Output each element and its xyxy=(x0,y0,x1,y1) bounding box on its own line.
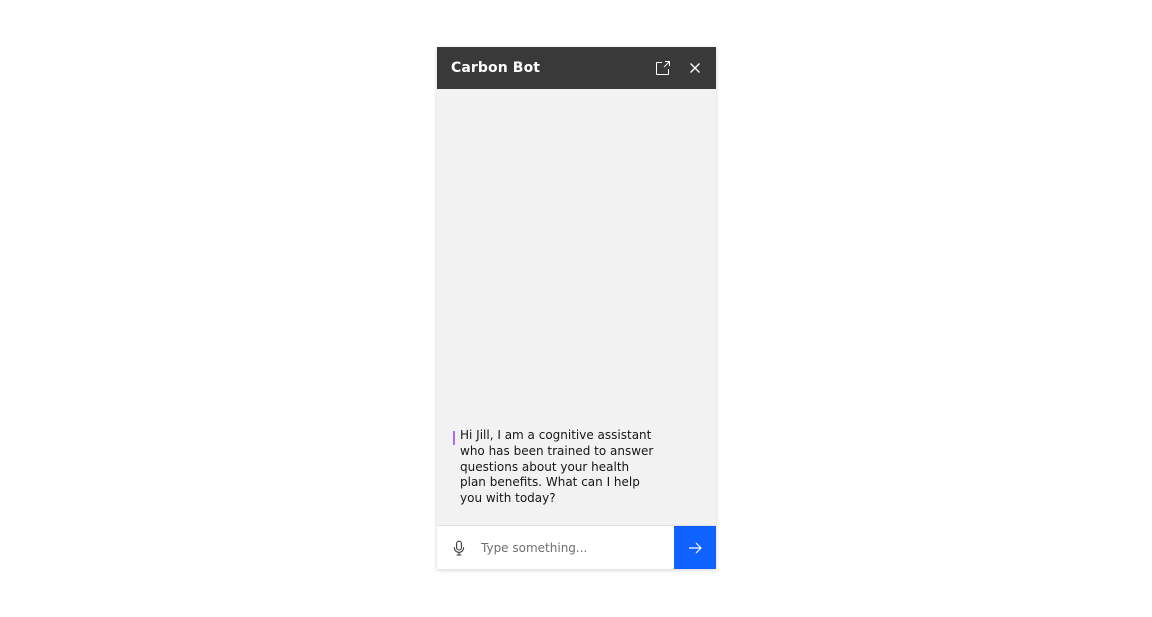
send-button[interactable] xyxy=(674,526,716,569)
close-icon xyxy=(690,63,700,73)
microphone-button[interactable] xyxy=(437,526,481,569)
message-input[interactable] xyxy=(481,526,674,569)
bot-message: Hi Jill, I am a cognitive assistant who … xyxy=(453,428,700,507)
message-accent-bar xyxy=(453,431,455,446)
arrow-right-icon xyxy=(689,542,702,553)
microphone-icon xyxy=(453,540,465,556)
chat-messages: Hi Jill, I am a cognitive assistant who … xyxy=(437,89,716,525)
chat-header: Carbon Bot xyxy=(437,47,716,89)
chat-window: Carbon Bot Hi Jill, I am a cognitive ass… xyxy=(437,47,716,569)
launch-button[interactable] xyxy=(647,47,679,89)
close-button[interactable] xyxy=(679,47,711,89)
launch-icon xyxy=(656,61,670,75)
message-text: Hi Jill, I am a cognitive assistant who … xyxy=(460,428,654,506)
chat-title: Carbon Bot xyxy=(451,60,541,76)
chat-input-bar xyxy=(437,525,716,569)
